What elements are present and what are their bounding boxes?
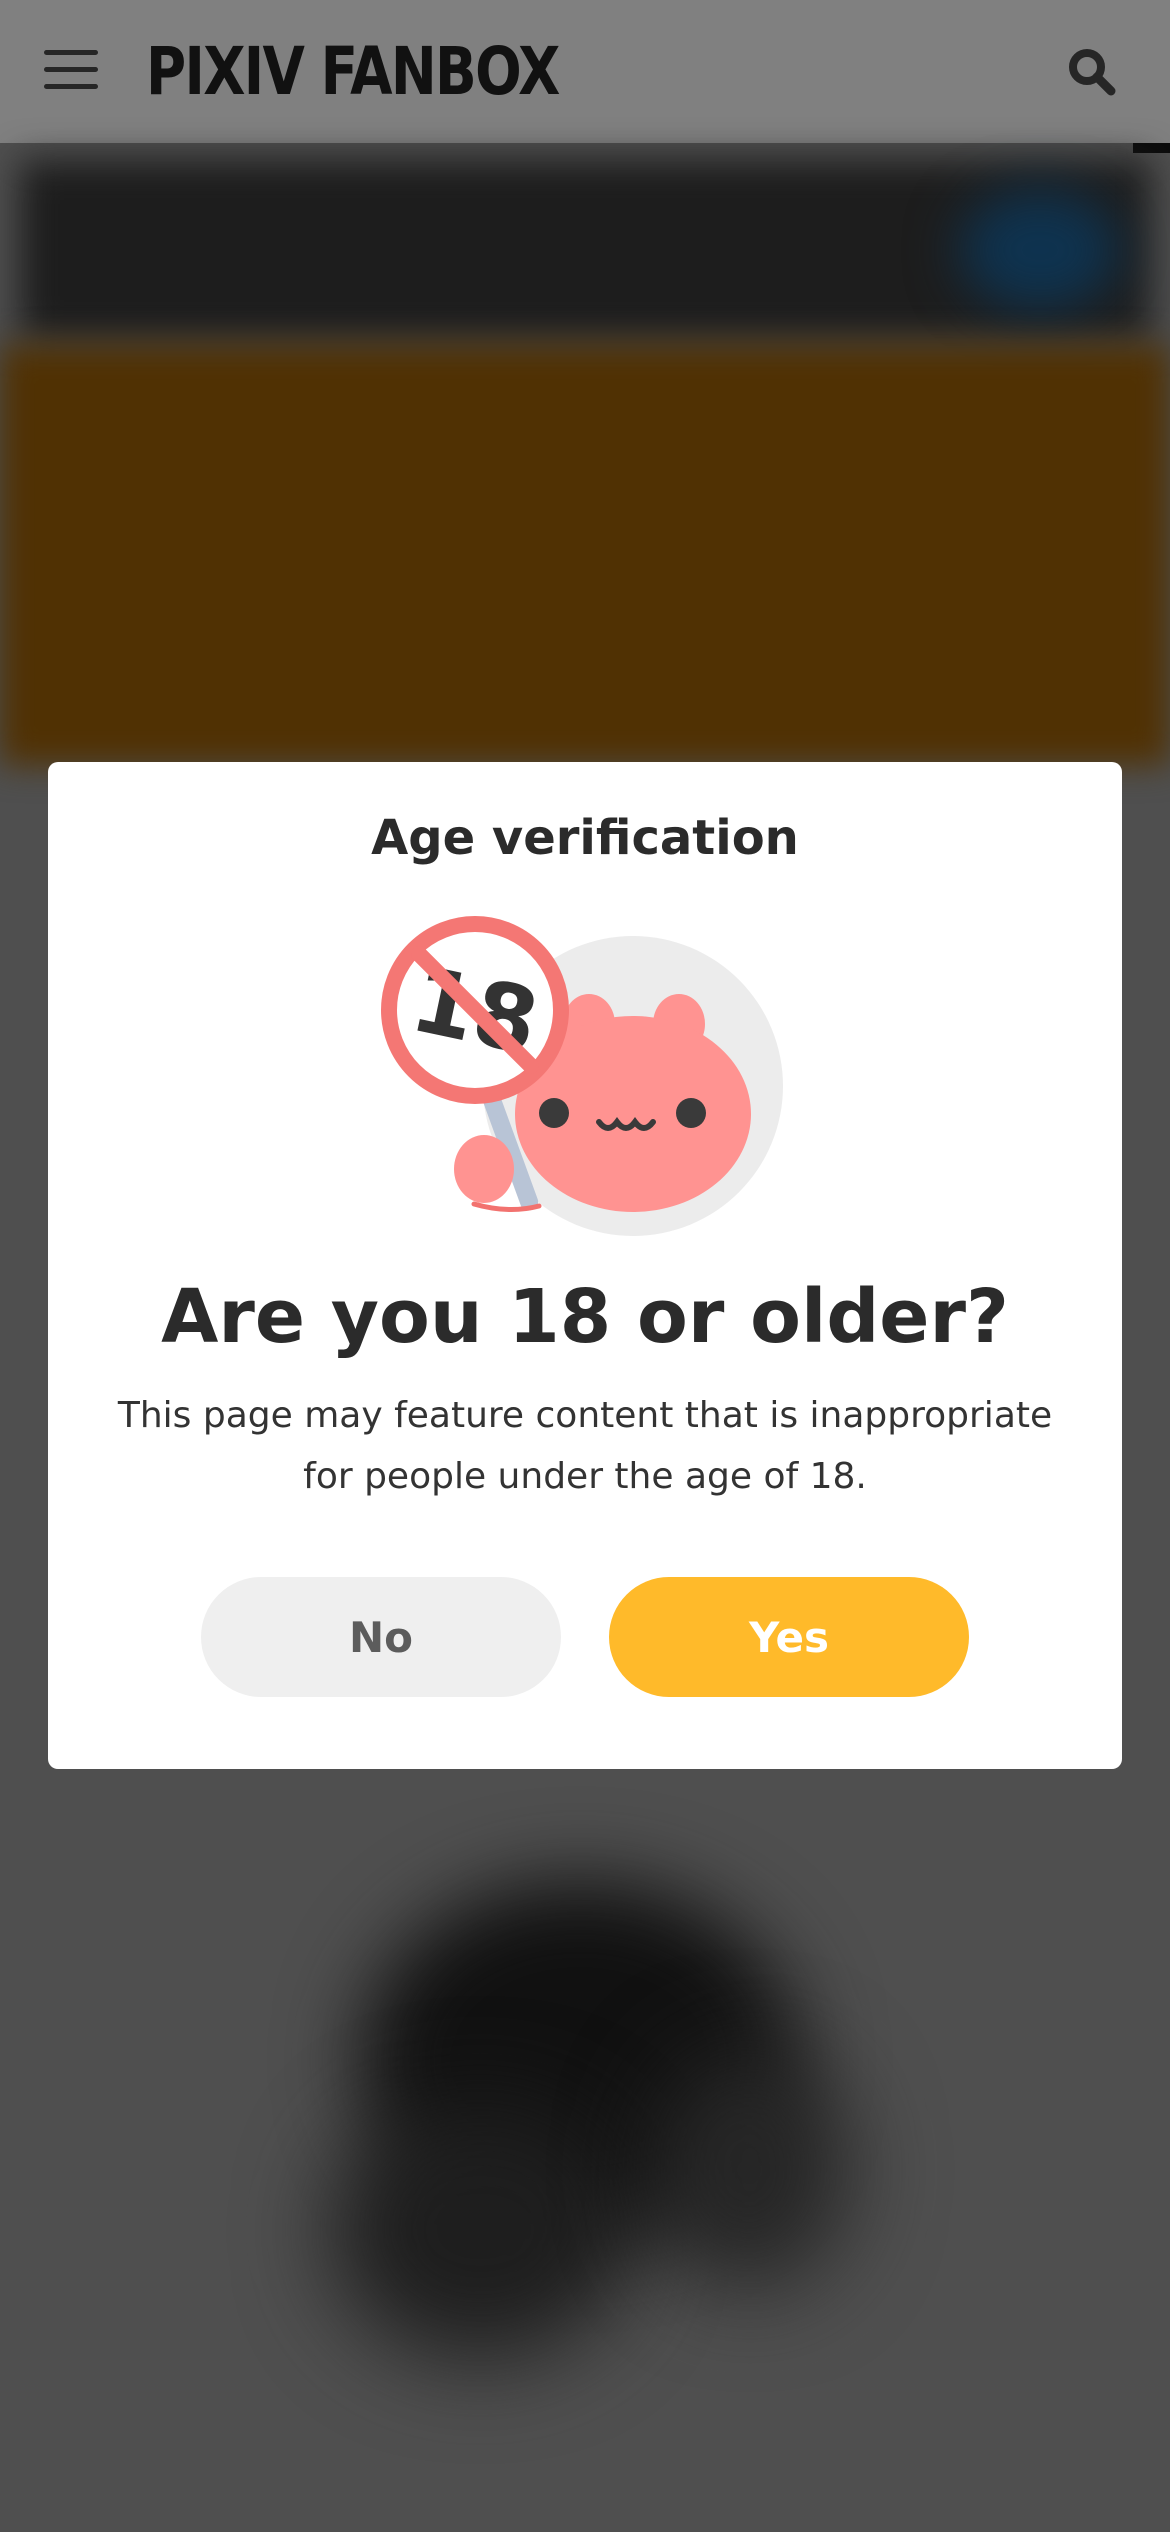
age-verification-dialog: Age verification 18 Are you 18 or (48, 762, 1122, 1769)
search-icon[interactable] (1066, 46, 1118, 98)
blurred-post-image-part (650, 2050, 850, 2290)
blurred-post-image-part (330, 2100, 630, 2360)
hamburger-menu-icon[interactable] (44, 50, 98, 90)
age-warning-text: This page may feature content that is in… (117, 1395, 1053, 1497)
age-restriction-18-mascot-icon: 18 (379, 914, 799, 1254)
yes-button[interactable]: Yes (609, 1577, 969, 1697)
header-progress-strip (1133, 143, 1170, 153)
app-header: PIXIV FANBOX (0, 0, 1170, 143)
dialog-title: Age verification (371, 810, 799, 866)
blurred-follow-button (960, 190, 1120, 310)
blurred-cover-image (0, 345, 1170, 765)
app-logo[interactable]: PIXIV FANBOX (146, 32, 560, 112)
age-question-heading: Are you 18 or older? (161, 1274, 1009, 1360)
no-button[interactable]: No (201, 1577, 561, 1697)
